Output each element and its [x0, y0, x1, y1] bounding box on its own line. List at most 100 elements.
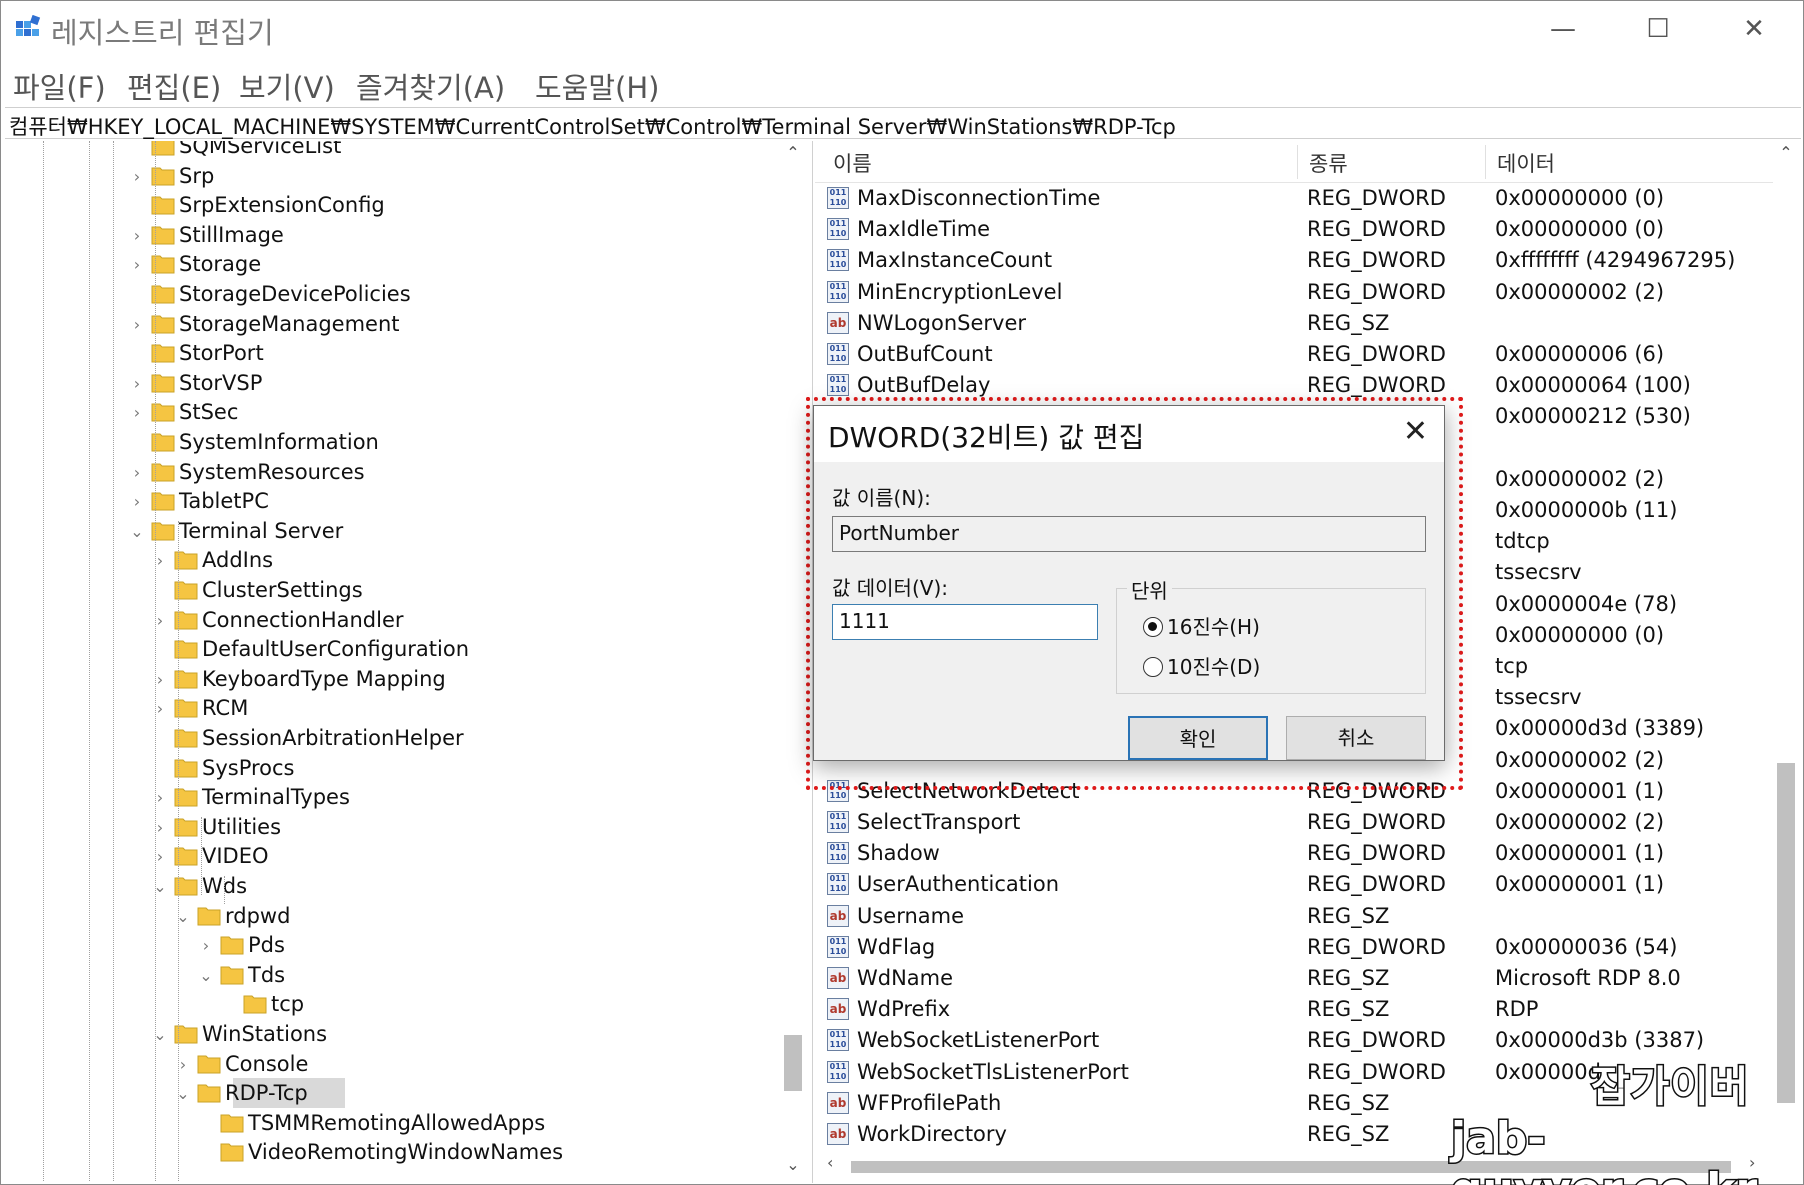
dialog-close-icon[interactable]: ✕ — [1403, 414, 1428, 449]
tree-item[interactable]: ⌄ Terminal Server — [5, 518, 775, 548]
tree-item[interactable]: ⌄ rdpwd — [5, 903, 775, 933]
ok-button[interactable]: 확인 — [1128, 716, 1268, 760]
tree-item[interactable]: › KeyboardType Mapping — [5, 666, 775, 696]
tree-item[interactable]: DefaultUserConfiguration — [5, 636, 775, 666]
tree-item-label[interactable]: StorageManagement — [179, 312, 400, 336]
value-name[interactable]: WdName — [857, 966, 953, 990]
list-row[interactable]: ab Username REG_SZ — [815, 903, 1773, 934]
chevron-right-icon[interactable]: › — [129, 403, 145, 422]
tree-item[interactable]: › StSec — [5, 399, 775, 429]
tree-item[interactable]: tcp — [5, 991, 775, 1021]
maximize-button[interactable]: ☐ — [1623, 7, 1693, 51]
tree-item[interactable]: › TerminalTypes — [5, 784, 775, 814]
tree-item[interactable]: › StorVSP — [5, 370, 775, 400]
value-name[interactable]: MinEncryptionLevel — [857, 280, 1062, 304]
tree-item-label[interactable]: Terminal Server — [179, 519, 343, 543]
chevron-right-icon[interactable]: › — [129, 167, 145, 186]
column-divider[interactable] — [1297, 145, 1298, 179]
chevron-right-icon[interactable]: › — [129, 255, 145, 274]
tree-item[interactable]: › Pds — [5, 932, 775, 962]
tree-item-label[interactable]: KeyboardType Mapping — [202, 667, 446, 691]
tree-item[interactable]: › Srp — [5, 163, 775, 193]
tree-item-label[interactable]: Pds — [248, 933, 285, 957]
value-name[interactable]: NWLogonServer — [857, 311, 1026, 335]
tree-item[interactable]: › Console — [5, 1051, 775, 1081]
tree-item-label[interactable]: RCM — [202, 696, 248, 720]
tree-item[interactable]: › ConnectionHandler — [5, 607, 775, 637]
scroll-up-icon[interactable]: ⌃ — [780, 143, 806, 162]
tree-item-label[interactable]: TerminalTypes — [202, 785, 350, 809]
tree-item[interactable]: SQMServiceList — [5, 141, 775, 163]
list-row[interactable]: 011 110 Shadow REG_DWORD 0x00000001 (1) — [815, 840, 1773, 871]
tree-item[interactable]: StorageDevicePolicies — [5, 281, 775, 311]
tree-item-label[interactable]: SystemInformation — [179, 430, 379, 454]
menu-view[interactable]: 보기(V) — [239, 65, 335, 107]
value-name[interactable]: Username — [857, 904, 964, 928]
tree-item[interactable]: ClusterSettings — [5, 577, 775, 607]
value-name[interactable]: OutBufDelay — [857, 373, 990, 397]
tree-item[interactable]: › Utilities — [5, 814, 775, 844]
tree-item-label[interactable]: SystemResources — [179, 460, 365, 484]
tree-item[interactable]: SysProcs — [5, 755, 775, 785]
scroll-up-icon[interactable]: ⌃ — [1773, 143, 1799, 162]
tree-item[interactable]: › SystemResources — [5, 459, 775, 489]
tree-item-label[interactable]: ClusterSettings — [202, 578, 363, 602]
radio-selected-icon[interactable] — [1143, 617, 1163, 637]
tree-item-label[interactable]: TSMMRemotingAllowedApps — [248, 1111, 545, 1135]
chevron-right-icon[interactable]: › — [129, 315, 145, 334]
tree-item[interactable]: TSMMRemotingAllowedApps — [5, 1110, 775, 1140]
tree-item-label[interactable]: WinStations — [202, 1022, 327, 1046]
dec-radio-label[interactable]: 10진수(D) — [1167, 655, 1260, 679]
tree-item[interactable]: › VIDEO — [5, 843, 775, 873]
tree-item-label[interactable]: RDP-Tcp — [225, 1081, 308, 1105]
hex-radio-option[interactable]: 16진수(H) — [1143, 611, 1260, 640]
menu-help[interactable]: 도움말(H) — [535, 65, 659, 107]
chevron-down-icon[interactable]: ⌄ — [198, 966, 214, 985]
tree-item-label[interactable]: rdpwd — [225, 904, 290, 928]
tree-item[interactable]: › AddIns — [5, 547, 775, 577]
value-name[interactable]: SelectTransport — [857, 810, 1020, 834]
minimize-button[interactable]: — — [1528, 7, 1598, 51]
tree-item-label[interactable]: StSec — [179, 400, 238, 424]
list-row[interactable]: 011 110 SelectTransport REG_DWORD 0x0000000… — [815, 809, 1773, 840]
tree-item[interactable]: ⌄ WinStations — [5, 1021, 775, 1051]
tree-item[interactable]: › StillImage — [5, 222, 775, 252]
tree-item-label[interactable]: DefaultUserConfiguration — [202, 637, 469, 661]
value-name[interactable]: OutBufCount — [857, 342, 993, 366]
scroll-left-icon[interactable]: ‹ — [827, 1153, 833, 1172]
value-name[interactable]: WorkDirectory — [857, 1122, 1007, 1146]
menu-favorites[interactable]: 즐겨찾기(A) — [356, 65, 505, 107]
tree-item[interactable]: › Storage — [5, 251, 775, 281]
tree-item-label[interactable]: SysProcs — [202, 756, 295, 780]
tree-scrollbar[interactable]: ⌃ ⌄ — [780, 143, 806, 1181]
chevron-right-icon[interactable]: › — [129, 492, 145, 511]
tree-item[interactable]: ⌄ Tds — [5, 962, 775, 992]
tree-item[interactable]: SessionArbitrationHelper — [5, 725, 775, 755]
menu-edit[interactable]: 편집(E) — [127, 65, 221, 107]
tree-item[interactable]: › RCM — [5, 695, 775, 725]
value-name[interactable]: WebSocketTlsListenerPort — [857, 1060, 1129, 1084]
dec-radio-option[interactable]: 10진수(D) — [1143, 651, 1260, 680]
cancel-button[interactable]: 취소 — [1286, 716, 1426, 760]
tree-item-label[interactable]: VIDEO — [202, 844, 269, 868]
value-name[interactable]: WebSocketListenerPort — [857, 1028, 1099, 1052]
scroll-down-icon[interactable]: ⌄ — [780, 1155, 806, 1174]
value-name[interactable]: MaxDisconnectionTime — [857, 186, 1100, 210]
tree-item[interactable]: ⌄ Wds — [5, 873, 775, 903]
tree-item-label[interactable]: Tds — [248, 963, 285, 987]
chevron-right-icon[interactable]: › — [129, 463, 145, 482]
tree-item-label[interactable]: Utilities — [202, 815, 281, 839]
chevron-right-icon[interactable]: › — [129, 226, 145, 245]
value-name[interactable]: WdFlag — [857, 935, 935, 959]
value-name[interactable]: WFProfilePath — [857, 1091, 1001, 1115]
close-button[interactable]: ✕ — [1719, 7, 1789, 51]
column-data[interactable]: 데이터 — [1497, 148, 1555, 178]
tree-item-label[interactable]: TabletPC — [179, 489, 269, 513]
list-row[interactable]: 011 110 MinEncryptionLevel REG_DWORD 0x0000… — [815, 279, 1773, 310]
value-name[interactable]: MaxIdleTime — [857, 217, 990, 241]
value-name[interactable]: UserAuthentication — [857, 872, 1059, 896]
value-name-field[interactable]: PortNumber — [832, 516, 1426, 552]
tree-item-label[interactable]: tcp — [271, 992, 304, 1016]
tree-item[interactable]: › TabletPC — [5, 488, 775, 518]
column-name[interactable]: 이름 — [833, 148, 872, 178]
